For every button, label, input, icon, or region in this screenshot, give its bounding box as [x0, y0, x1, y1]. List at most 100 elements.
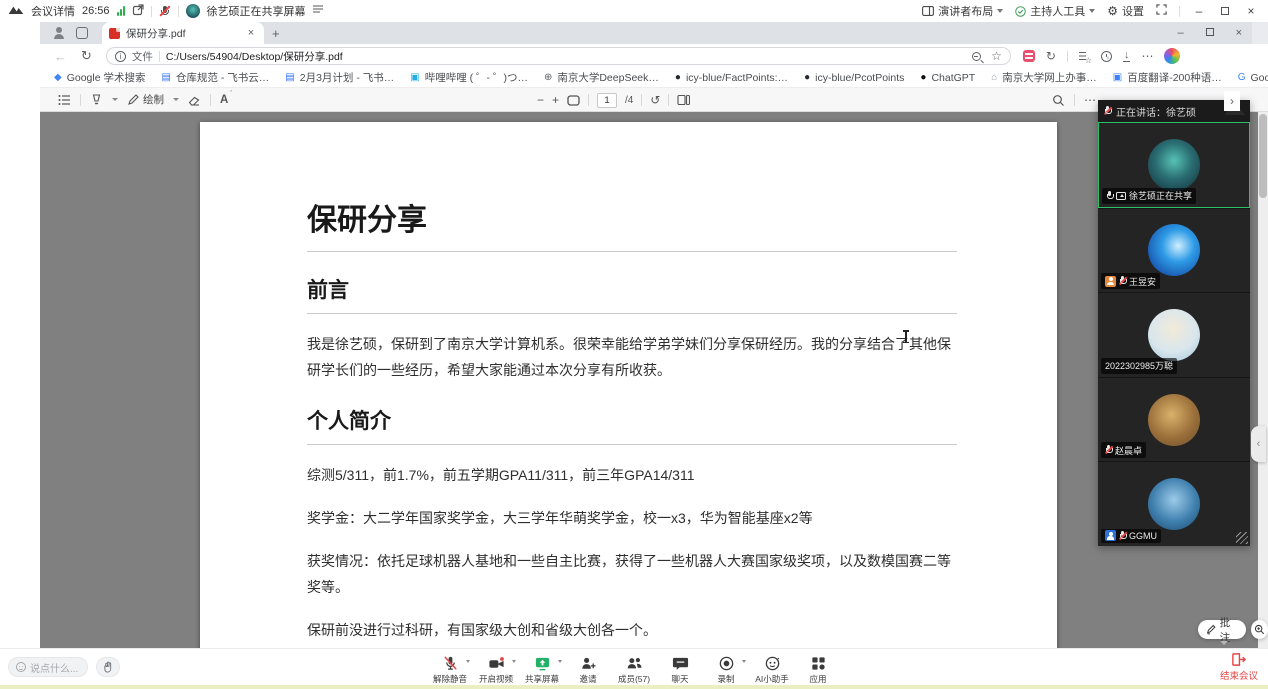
extension-refresh-icon[interactable]: ↻ [1046, 49, 1056, 63]
browser-close-button[interactable]: × [1236, 27, 1242, 39]
meeting-details-button[interactable]: 会议详情 [31, 3, 75, 19]
participant-tile[interactable]: 王昱安 [1098, 208, 1250, 293]
meeting-close-button[interactable]: × [1244, 4, 1258, 18]
record-button[interactable]: 录制 [703, 650, 749, 685]
bookmark-item[interactable]: ⌂ 南京大学网上办事… [991, 70, 1097, 85]
pdf-eraser-icon[interactable] [188, 94, 201, 106]
rotate-page-icon[interactable]: ↺ [650, 93, 660, 107]
collections-icon[interactable] [1079, 51, 1090, 62]
back-button[interactable]: ← [54, 49, 67, 64]
fullscreen-icon[interactable] [1156, 4, 1167, 18]
avatar [1148, 394, 1200, 446]
annotate-collapse-caret[interactable] [1220, 641, 1228, 645]
unmute-button[interactable]: 解除静音 [427, 650, 473, 685]
tab-close-icon[interactable]: × [245, 27, 257, 39]
meeting-bottombar: 说点什么... 解除静音 开启视频 [0, 648, 1268, 685]
chat-input[interactable]: 说点什么... [8, 657, 88, 677]
history-icon[interactable] [1101, 51, 1112, 62]
chat-button[interactable]: 聊天 [657, 650, 703, 685]
pdf-canvas[interactable]: 保研分享 前言 我是徐艺硕，保研到了南京大学计算机系。很荣幸能给学弟学妹们分享保… [40, 112, 1268, 668]
start-video-button[interactable]: 开启视频 [473, 650, 519, 685]
pdf-draw-icon[interactable]: 绘制 [127, 92, 164, 107]
meeting-minimize-button[interactable]: – [1192, 4, 1206, 18]
participant-tile[interactable]: 2022302985万聪 [1098, 292, 1250, 377]
page-info-icon[interactable]: i [115, 51, 126, 62]
raise-hand-button[interactable] [96, 657, 120, 677]
bookmark-item[interactable]: ▣ 百度翻译-200种语… [1113, 70, 1222, 85]
bookmarks-overflow-icon[interactable]: › [1224, 91, 1240, 111]
apps-icon [810, 654, 827, 672]
draw-caret-icon[interactable] [173, 98, 179, 101]
mic-muted-icon [1105, 445, 1112, 455]
sharing-detail-icon[interactable] [313, 5, 323, 17]
address-bar[interactable]: i 文件 C:/Users/54904/Desktop/保研分享.pdf ☆ [106, 47, 1011, 65]
pdf-search-icon[interactable] [1052, 94, 1065, 107]
bookmark-item[interactable]: ⊕ 南京大学DeepSeek… [544, 70, 659, 85]
browser-tab[interactable]: 保研分享.pdf × [102, 22, 264, 44]
new-tab-button[interactable]: + [272, 26, 280, 41]
bookmark-item[interactable]: ● ChatGPT [920, 72, 975, 84]
apps-button[interactable]: 应用 [795, 650, 841, 685]
page-number-input[interactable]: 1 [597, 93, 617, 108]
bookmark-item[interactable]: ▤ 2月3月计划 - 飞书… [285, 70, 394, 85]
bookmark-item[interactable]: ▣ 哔哩哔哩 ( ゜- ゜)つ… [410, 70, 528, 85]
topbar-mic-muted-icon[interactable] [159, 5, 171, 18]
emoji-icon[interactable] [16, 662, 26, 672]
ai-assistant-button[interactable]: AI小助手 [749, 650, 795, 685]
read-aloud-icon[interactable]: Aˊ [220, 94, 228, 106]
reload-button[interactable]: ↻ [81, 48, 92, 64]
fit-page-icon[interactable] [567, 95, 580, 106]
page-view-icon[interactable] [677, 94, 690, 106]
pdf-highlighter-icon[interactable] [90, 93, 103, 106]
screen: 会议详情 26:56 徐艺硕正在共享屏幕 演讲者布局 主持人工具 [0, 0, 1268, 689]
end-meeting-button[interactable]: 结束会议 [1220, 652, 1258, 682]
browser-avatar[interactable] [1164, 48, 1180, 64]
workspaces-icon[interactable] [76, 27, 88, 39]
share-caret-icon[interactable] [558, 660, 562, 663]
pdf-scrollbar[interactable] [1258, 112, 1268, 668]
participant-tile[interactable]: 赵晨卓 [1098, 377, 1250, 462]
participant-tile[interactable]: 徐艺硕正在共享 [1098, 122, 1250, 208]
speaker-mic-muted-icon [1104, 106, 1111, 116]
record-caret-icon[interactable] [742, 660, 746, 663]
panel-resize-handle[interactable] [1236, 532, 1248, 544]
browser-profile-icon[interactable] [52, 26, 66, 40]
more-menu-icon[interactable]: ⋯ [1141, 49, 1153, 63]
bookmark-item[interactable]: ● icy-blue/PcotPoints [804, 72, 904, 84]
share-screen-button[interactable]: 共享屏幕 [519, 650, 565, 685]
zoom-page-icon[interactable] [972, 52, 981, 61]
pdf-toc-icon[interactable] [58, 94, 71, 106]
meeting-maximize-button[interactable] [1218, 4, 1232, 18]
layout-button[interactable]: 演讲者布局 [922, 3, 1003, 19]
open-external-icon[interactable] [132, 4, 144, 19]
bookmark-label: ChatGPT [931, 72, 975, 84]
magnifier-button[interactable] [1251, 620, 1268, 639]
browser-restore-button[interactable] [1206, 27, 1214, 39]
browser-minimize-button[interactable]: – [1177, 27, 1183, 39]
translate-extension-icon[interactable] [1023, 50, 1035, 62]
bookmark-star-icon[interactable]: ☆ [991, 49, 1002, 63]
host-tools-button[interactable]: 主持人工具 [1015, 3, 1095, 19]
video-caret-icon[interactable] [512, 660, 516, 663]
downloads-icon[interactable]: ↓ [1123, 51, 1131, 62]
bookmark-favicon: ◆ [54, 73, 62, 83]
annotate-button[interactable]: 批注 [1198, 620, 1246, 639]
settings-button[interactable]: ⚙ 设置 [1107, 3, 1144, 19]
zoom-out-button[interactable]: − [537, 93, 544, 107]
bookmark-item[interactable]: ▤ 仓库规范 - 飞书云… [161, 70, 269, 85]
highlighter-caret-icon[interactable] [112, 98, 118, 101]
panel-collapse-handle[interactable]: ‹ [1251, 426, 1266, 462]
bookmark-label: 南京大学DeepSeek… [557, 70, 659, 85]
bookmark-item[interactable]: ● icy-blue/FactPoints:… [675, 72, 788, 84]
participant-tile[interactable]: GGMU [1098, 461, 1250, 546]
doc-paragraph: 综测5/311，前1.7%，前五学期GPA11/311，前三年GPA14/311 [307, 462, 957, 488]
bookmark-favicon: ▣ [1113, 73, 1122, 83]
bookmark-item[interactable]: ◆ Google 学术搜索 [54, 70, 145, 85]
zoom-in-button[interactable]: + [552, 93, 559, 107]
doc-heading-profile: 个人简介 [307, 405, 957, 445]
pdf-more-tools-icon[interactable]: ⋯ [1084, 93, 1096, 107]
bookmark-item[interactable]: G Google [1238, 72, 1268, 84]
members-button[interactable]: 成员(57) [611, 650, 657, 685]
unmute-caret-icon[interactable] [466, 660, 470, 663]
invite-button[interactable]: 邀请 [565, 650, 611, 685]
